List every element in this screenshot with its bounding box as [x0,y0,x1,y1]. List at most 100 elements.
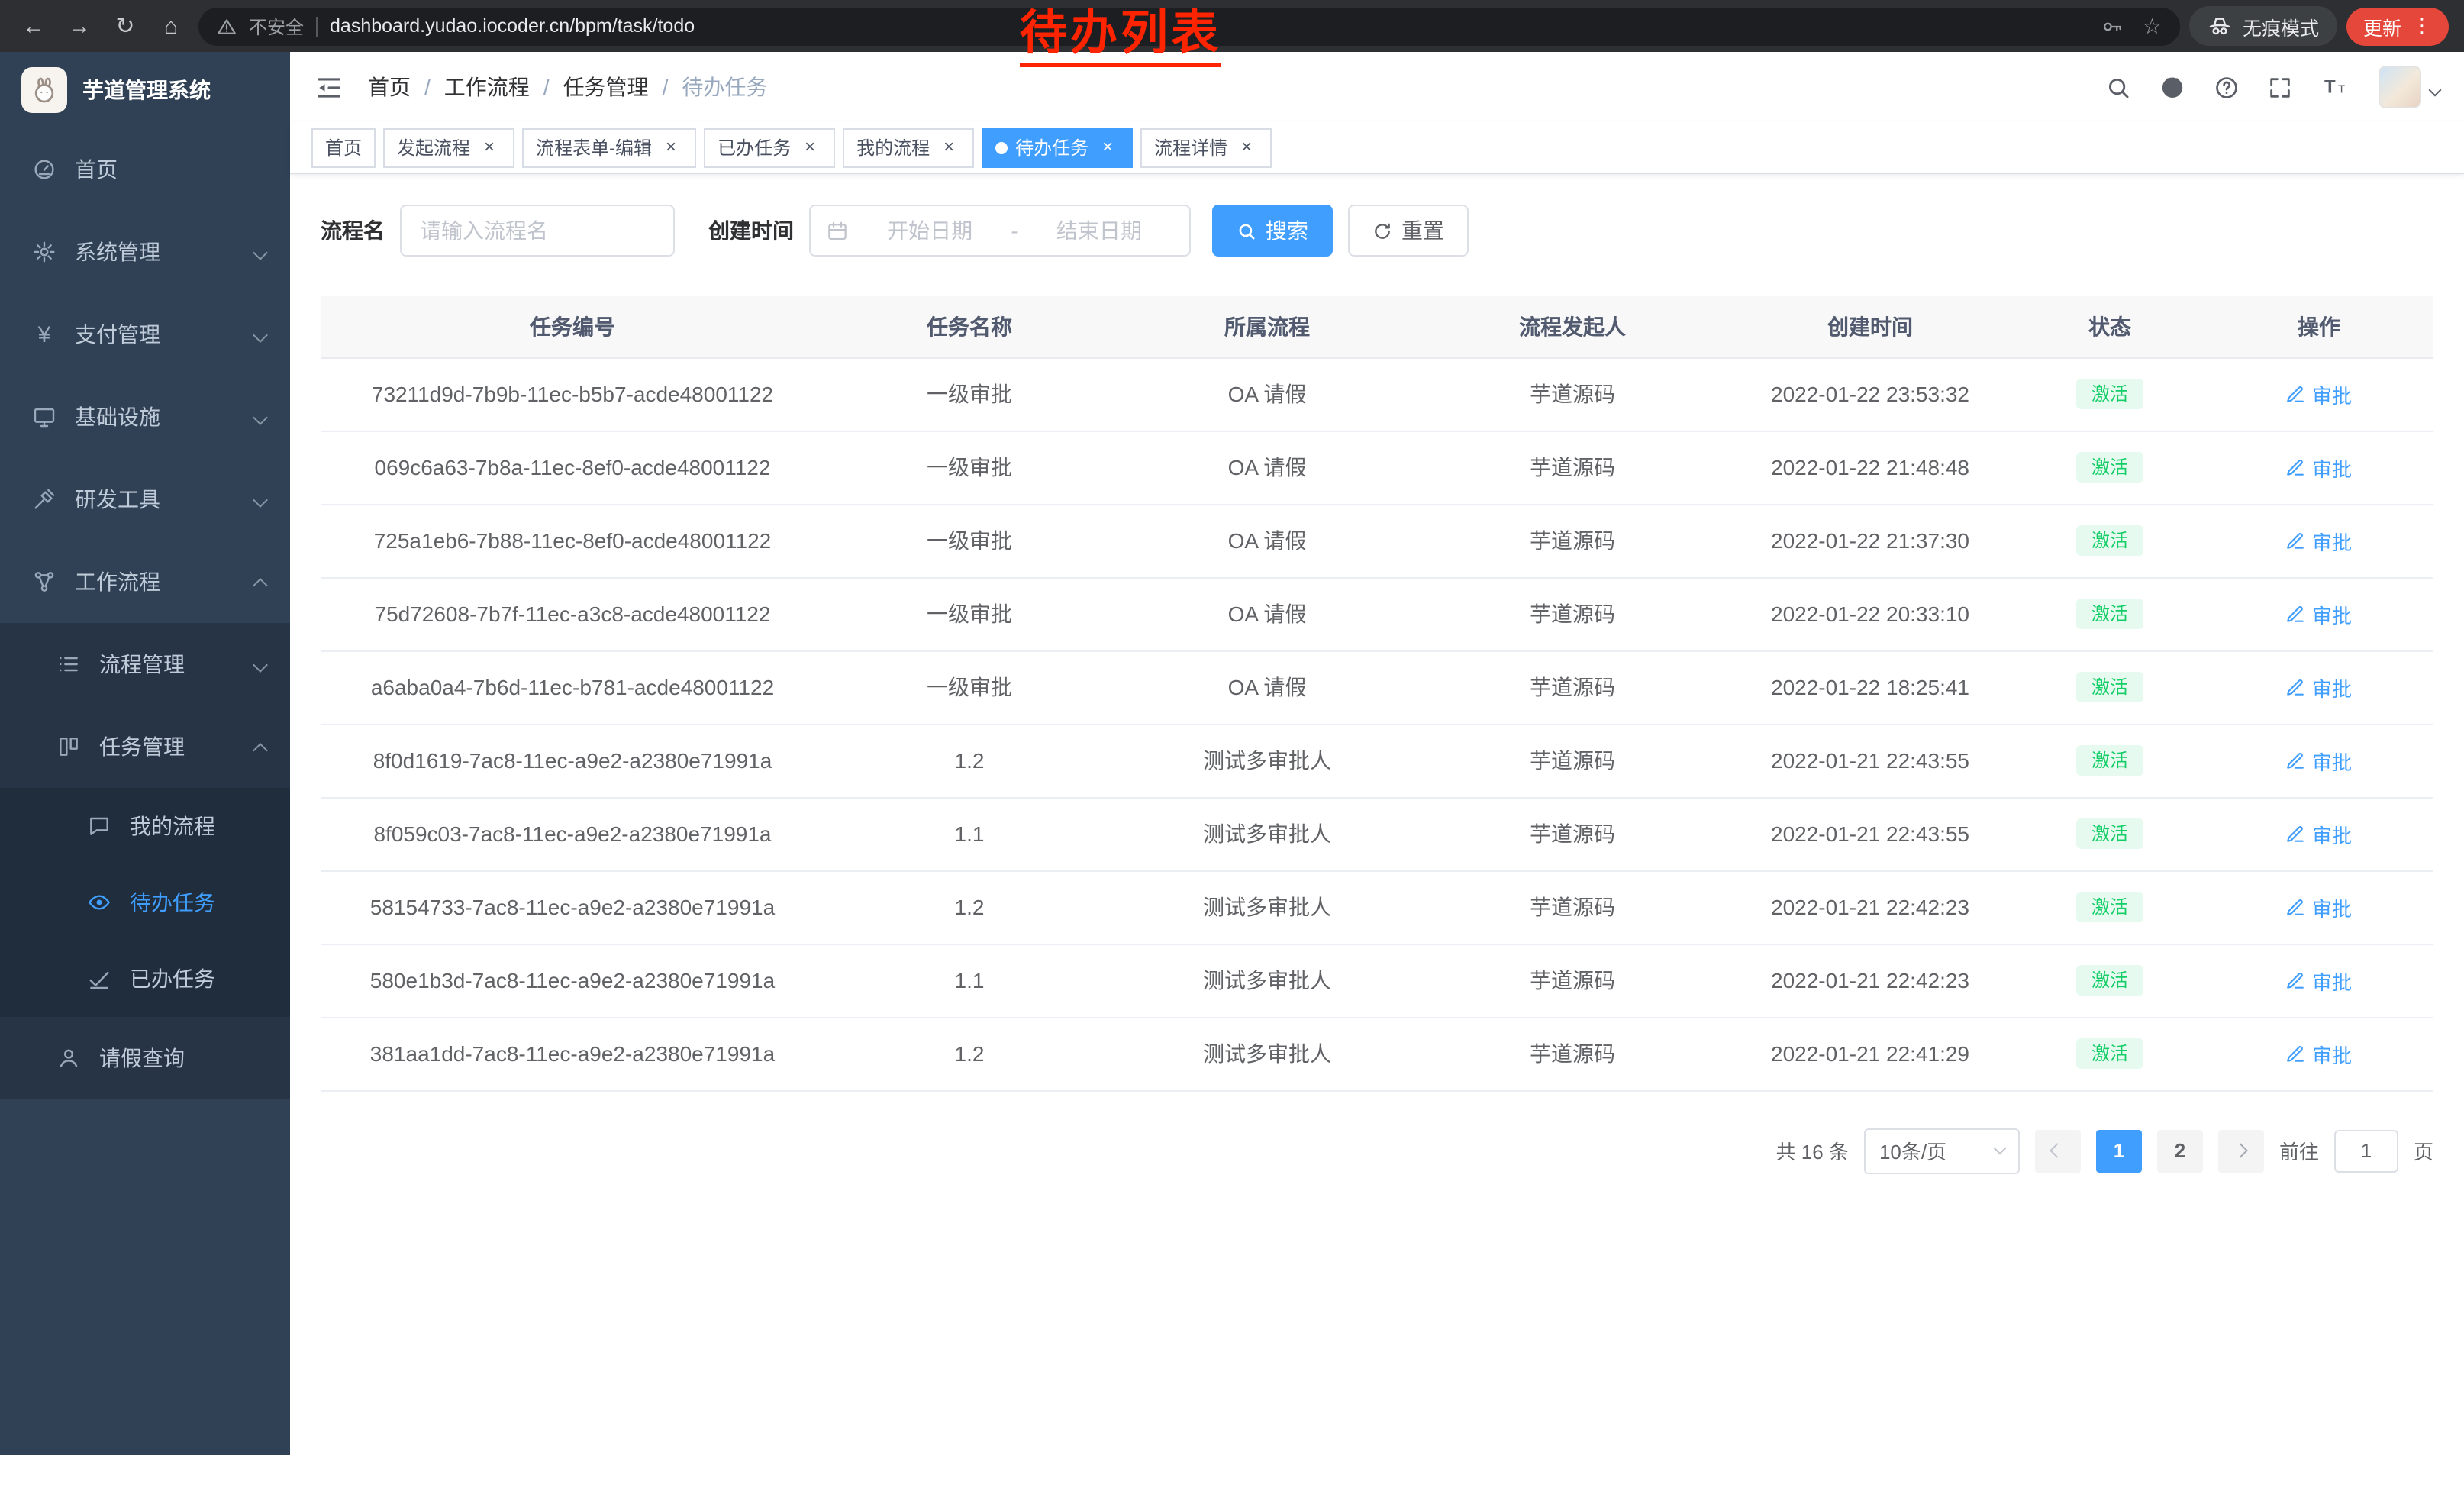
tab-label: 已办任务 [718,134,791,160]
chat-bubble-icon [85,814,113,838]
svg-text:T: T [2324,77,2336,98]
sidebar-fold-icon[interactable] [314,73,343,102]
date-range-picker[interactable]: 开始日期 - 结束日期 [809,205,1191,257]
tab-close-icon[interactable]: × [1235,136,1258,159]
reload-icon[interactable]: ↻ [107,12,144,40]
status-badge: 激活 [2076,379,2143,409]
tab-close-icon[interactable]: × [1096,136,1119,159]
github-icon[interactable] [2159,73,2186,101]
reset-button[interactable]: 重置 [1348,205,1469,257]
sidebar-item-task-mgmt[interactable]: 任务管理 [0,705,290,788]
breadcrumb-item[interactable]: 任务管理 [563,72,649,102]
sidebar-item-workflow[interactable]: 工作流程 [0,541,290,623]
user-avatar-menu[interactable] [2379,66,2440,108]
sidebar-item-process-mgmt[interactable]: 流程管理 [0,623,290,705]
sidebar-item-payment[interactable]: ¥ 支付管理 [0,293,290,376]
page-button-1[interactable]: 1 [2096,1129,2142,1172]
column-header: 创建时间 [1725,296,2015,357]
sidebar-item-todo-tasks[interactable]: 待办任务 [0,864,290,941]
approve-link[interactable]: 审批 [2286,1039,2352,1068]
status-badge: 激活 [2076,892,2143,922]
page-button-2[interactable]: 2 [2157,1129,2203,1172]
approve-link[interactable]: 审批 [2286,673,2352,702]
browser-menu-icon[interactable]: ⋮ [2412,14,2432,38]
key-icon[interactable] [2101,15,2124,37]
tab-label: 流程表单-编辑 [536,134,652,160]
search-button[interactable]: 搜索 [1212,205,1333,257]
forward-icon[interactable]: → [61,13,98,39]
prev-page-button[interactable] [2035,1129,2081,1172]
tab-流程详情[interactable]: 流程详情× [1140,128,1272,167]
tab-close-icon[interactable]: × [660,136,682,159]
omnibox-divider [316,16,318,36]
status-cell: 激活 [2015,577,2204,650]
app-logo[interactable]: 芋道管理系统 [0,52,290,128]
approve-link[interactable]: 审批 [2286,599,2352,628]
url-text[interactable]: dashboard.yudao.iocoder.cn/bpm/task/todo [330,15,695,37]
status-cell: 激活 [2015,944,2204,1017]
page-size-select[interactable]: 10条/页 [1864,1128,2020,1173]
back-icon[interactable]: ← [15,13,52,39]
pagination: 共 16 条 10条/页 12 前往 页 [321,1128,2433,1173]
approve-link[interactable]: 审批 [2286,746,2352,775]
status-cell: 激活 [2015,724,2204,797]
help-question-icon[interactable] [2214,74,2240,100]
main-area: 首页 / 工作流程 / 任务管理 / 待办任务 TT [290,52,2464,1455]
goto-page-input[interactable] [2334,1129,2398,1172]
tab-已办任务[interactable]: 已办任务 × [704,128,835,167]
security-label[interactable]: 不安全 [249,13,304,39]
sidebar-item-done-tasks[interactable]: 已办任务 [0,941,290,1017]
tab-close-icon[interactable]: × [798,136,821,159]
task-id-cell: 8f0d1619-7ac8-11ec-a9e2-a2380e71991a [321,724,824,797]
fullscreen-icon[interactable] [2267,74,2293,100]
process-name-input[interactable] [400,205,675,257]
approve-link[interactable]: 审批 [2286,966,2352,995]
browser-update-button[interactable]: 更新 ⋮ [2346,7,2449,45]
table-header: 任务编号 任务名称 所属流程 流程发起人 创建时间 状态 操作 [321,296,2433,357]
home-icon[interactable]: ⌂ [153,13,189,39]
approve-link[interactable]: 审批 [2286,893,2352,922]
tab-我的流程[interactable]: 我的流程× [843,128,974,167]
initiator-cell: 芋道源码 [1420,870,1725,944]
tab-close-icon[interactable]: × [937,136,960,159]
bookmark-star-icon[interactable]: ☆ [2143,13,2162,39]
initiator-cell: 芋道源码 [1420,1017,1725,1090]
approve-link[interactable]: 审批 [2286,526,2352,555]
tab-首页[interactable]: 首页 [311,128,376,167]
sidebar-item-system[interactable]: 系统管理 [0,211,290,293]
tab-close-icon[interactable]: × [478,136,501,159]
sidebar-item-home[interactable]: 首页 [0,128,290,211]
sidebar-item-label: 流程管理 [99,649,185,679]
search-icon[interactable] [2105,74,2131,100]
sidebar-item-my-process[interactable]: 我的流程 [0,788,290,864]
tab-发起流程[interactable]: 发起流程× [383,128,514,167]
tab-待办任务[interactable]: 待办任务 × [982,128,1133,167]
approve-link[interactable]: 审批 [2286,453,2352,482]
task-table: 任务编号 任务名称 所属流程 流程发起人 创建时间 状态 操作 73211d9d… [321,296,2433,1091]
active-tab-dot [995,141,1008,153]
sidebar-item-devtools[interactable]: 研发工具 [0,458,290,541]
chevron-down-icon [253,409,268,424]
action-cell: 审批 [2204,431,2433,504]
initiator-cell: 芋道源码 [1420,577,1725,650]
table-row: 75d72608-7b7f-11ec-a3c8-acde48001122一级审批… [321,577,2433,650]
initiator-cell: 芋道源码 [1420,944,1725,1017]
next-page-button[interactable] [2218,1129,2264,1172]
approve-link[interactable]: 审批 [2286,819,2352,848]
tab-label: 待办任务 [1015,134,1088,160]
app-header: 首页 / 工作流程 / 任务管理 / 待办任务 TT [290,52,2464,122]
tab-流程表单-编辑[interactable]: 流程表单-编辑 × [522,128,696,167]
page-size-value: 10条/页 [1879,1136,1946,1165]
workflow-icon [31,570,58,594]
task-id-cell: 069c6a63-7b8a-11ec-8ef0-acde48001122 [321,431,824,504]
approve-link[interactable]: 审批 [2286,379,2352,408]
sidebar-item-infra[interactable]: 基础设施 [0,376,290,458]
font-size-icon[interactable]: TT [2320,73,2351,101]
action-cell: 审批 [2204,577,2433,650]
start-date-placeholder: 开始日期 [855,215,1005,246]
sidebar: 芋道管理系统 首页 系统管理 ¥ 支付管理 [0,52,290,1455]
sidebar-item-label: 请假查询 [99,1043,185,1073]
breadcrumb-item[interactable]: 首页 [368,72,411,102]
breadcrumb-item[interactable]: 工作流程 [444,72,530,102]
sidebar-item-leave-query[interactable]: 请假查询 [0,1017,290,1099]
